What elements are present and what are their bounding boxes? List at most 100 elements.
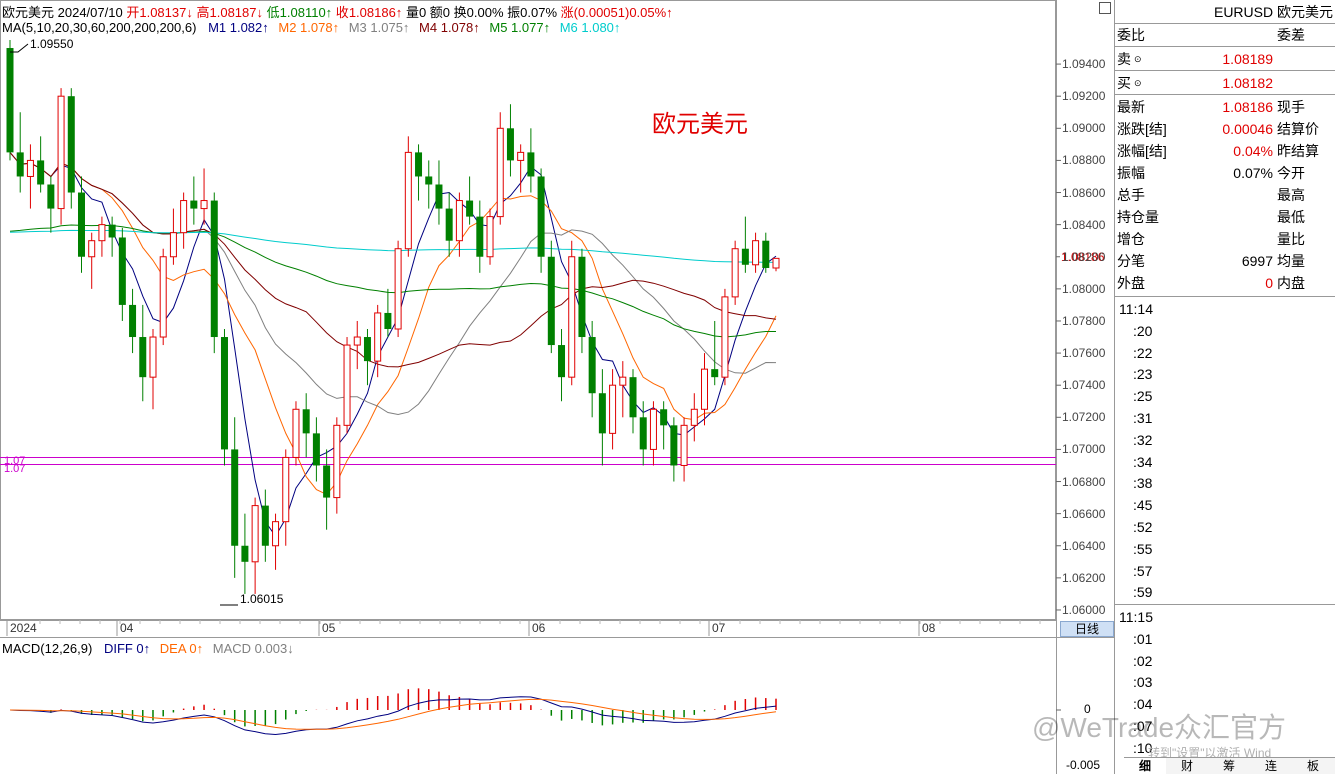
- candle-body: [670, 425, 678, 466]
- candle-body: [680, 424, 688, 466]
- candle-body: [190, 200, 198, 209]
- candle-body: [741, 248, 749, 265]
- candle-body: [517, 151, 525, 161]
- candle-body: [200, 200, 208, 210]
- candle-body: [568, 256, 576, 378]
- quote-row-value: 0.00046: [1222, 121, 1273, 137]
- macd-dea-line: [9, 698, 777, 730]
- weibi-label: 委比: [1117, 27, 1145, 43]
- time-tick-label: 08: [922, 621, 936, 635]
- tick-time: :57: [1133, 562, 1153, 579]
- price-tick-label: 1.06400: [1062, 538, 1106, 553]
- time-tick-label: 06: [532, 621, 546, 635]
- candle-body: [37, 160, 45, 185]
- candle-body: [77, 192, 85, 257]
- price-chart[interactable]: [0, 0, 1114, 774]
- tick-time: 11:14: [1119, 301, 1153, 317]
- candle-body: [363, 337, 371, 362]
- candle-body: [384, 312, 392, 329]
- candle-body: [210, 200, 218, 338]
- quote-row-label: 总手: [1117, 187, 1145, 203]
- candle-body: [772, 257, 780, 269]
- candle-body: [425, 176, 433, 185]
- quote-row-label: 振幅: [1117, 165, 1145, 181]
- candle-body: [649, 408, 657, 450]
- candle-body: [578, 256, 586, 338]
- quote-row-right-label: 内盘: [1277, 275, 1305, 291]
- quote-row: 增仓 量比: [1117, 228, 1333, 250]
- ma5-line: [9, 152, 777, 538]
- weicha-label: 委差: [1277, 27, 1305, 43]
- tab-3[interactable]: 连: [1250, 758, 1292, 775]
- period-button[interactable]: 日线: [1060, 621, 1114, 637]
- candle-body: [302, 409, 310, 434]
- tick-time: :22: [1133, 344, 1153, 361]
- quote-row: 外盘 0 内盘: [1117, 272, 1333, 294]
- quote-row-value: 0.04%: [1233, 143, 1273, 159]
- candle-body: [98, 224, 106, 242]
- price-tick-label: 1.09000: [1062, 121, 1106, 136]
- candle-body: [47, 184, 55, 209]
- macd-diff-line: [9, 696, 777, 736]
- candle-body: [292, 408, 300, 458]
- candle-body: [241, 545, 249, 562]
- tab-0[interactable]: 细: [1124, 758, 1166, 775]
- quote-row-label: 外盘: [1117, 275, 1145, 291]
- quote-row: 持仓量 最低: [1117, 206, 1333, 228]
- tab-1[interactable]: 财: [1166, 758, 1208, 775]
- tick-time: :59: [1133, 584, 1153, 601]
- tab-2[interactable]: 筹: [1208, 758, 1250, 775]
- sell-circle-icon: ⊙: [1134, 54, 1142, 64]
- candle-body: [6, 48, 14, 153]
- candle-body: [476, 216, 484, 257]
- sell-row[interactable]: 卖 ⊙ 1.08189: [1117, 48, 1333, 70]
- tick-time: :32: [1133, 431, 1153, 448]
- time-axis: 2024 04 05 06 07 08: [0, 620, 1056, 637]
- tab-4[interactable]: 板: [1292, 758, 1334, 775]
- buy-row[interactable]: 买 ⊙ 1.08182: [1117, 72, 1333, 94]
- quote-row-right-label: 量比: [1277, 231, 1305, 247]
- candle-body: [711, 369, 719, 378]
- candle-body: [721, 296, 729, 378]
- divider: [1115, 70, 1335, 71]
- price-tick-label: 1.06000: [1062, 602, 1106, 617]
- tick-time: :20: [1133, 322, 1153, 339]
- price-tick-label: 1.06600: [1062, 506, 1106, 521]
- quote-row-value: 1.08186: [1222, 99, 1273, 115]
- candle-body: [547, 256, 555, 346]
- quote-row-right-label: 结算价: [1277, 121, 1319, 137]
- macd-value: MACD 0.003↓: [212, 641, 294, 656]
- quote-row: 涨幅[结] 0.04% 昨结算: [1117, 140, 1333, 162]
- quote-row-label: 最新: [1117, 99, 1145, 115]
- candle-body: [629, 377, 637, 418]
- chart-frame: [0, 0, 1056, 620]
- price-tick-label: 1.07400: [1062, 378, 1106, 393]
- candle-body: [57, 95, 65, 210]
- candle-body: [261, 505, 269, 546]
- candle-body: [282, 456, 290, 523]
- macd-diff: DIFF 0↑: [103, 641, 151, 656]
- candle-body: [639, 417, 647, 450]
- quote-row-label: 涨跌[结]: [1117, 121, 1167, 137]
- high-marker-label: 1.09550: [30, 37, 74, 51]
- quote-row-right-label: 现手: [1277, 99, 1305, 115]
- quote-row-value: 6997: [1241, 253, 1273, 269]
- tick-time: :55: [1133, 540, 1153, 557]
- quote-row-right-label: 均量: [1277, 253, 1305, 269]
- candle-body: [333, 424, 341, 499]
- candle-body: [220, 337, 228, 450]
- price-tick-label: 1.09400: [1062, 57, 1106, 72]
- macd-legend: MACD(12,26,9) DIFF 0↑ DEA 0↑ MACD 0.003↓: [2, 641, 294, 656]
- candle-body: [169, 232, 177, 258]
- macd-dea: DEA 0↑: [159, 641, 204, 656]
- candle-body: [129, 304, 137, 338]
- ma10-line: [9, 152, 777, 496]
- candle-body: [415, 152, 423, 177]
- time-tick-label: 04: [120, 621, 134, 635]
- quote-panel: EURUSD 欧元美元 委比 委差 卖 ⊙ 1.08189 买 ⊙ 1.0818…: [1099, 0, 1335, 774]
- quote-row-value: 0: [1265, 275, 1273, 291]
- chart-title: 欧元美元: [652, 111, 748, 138]
- price-tick-label: 1.09200: [1062, 89, 1106, 104]
- candle-body: [394, 248, 402, 330]
- candle-body: [731, 248, 739, 298]
